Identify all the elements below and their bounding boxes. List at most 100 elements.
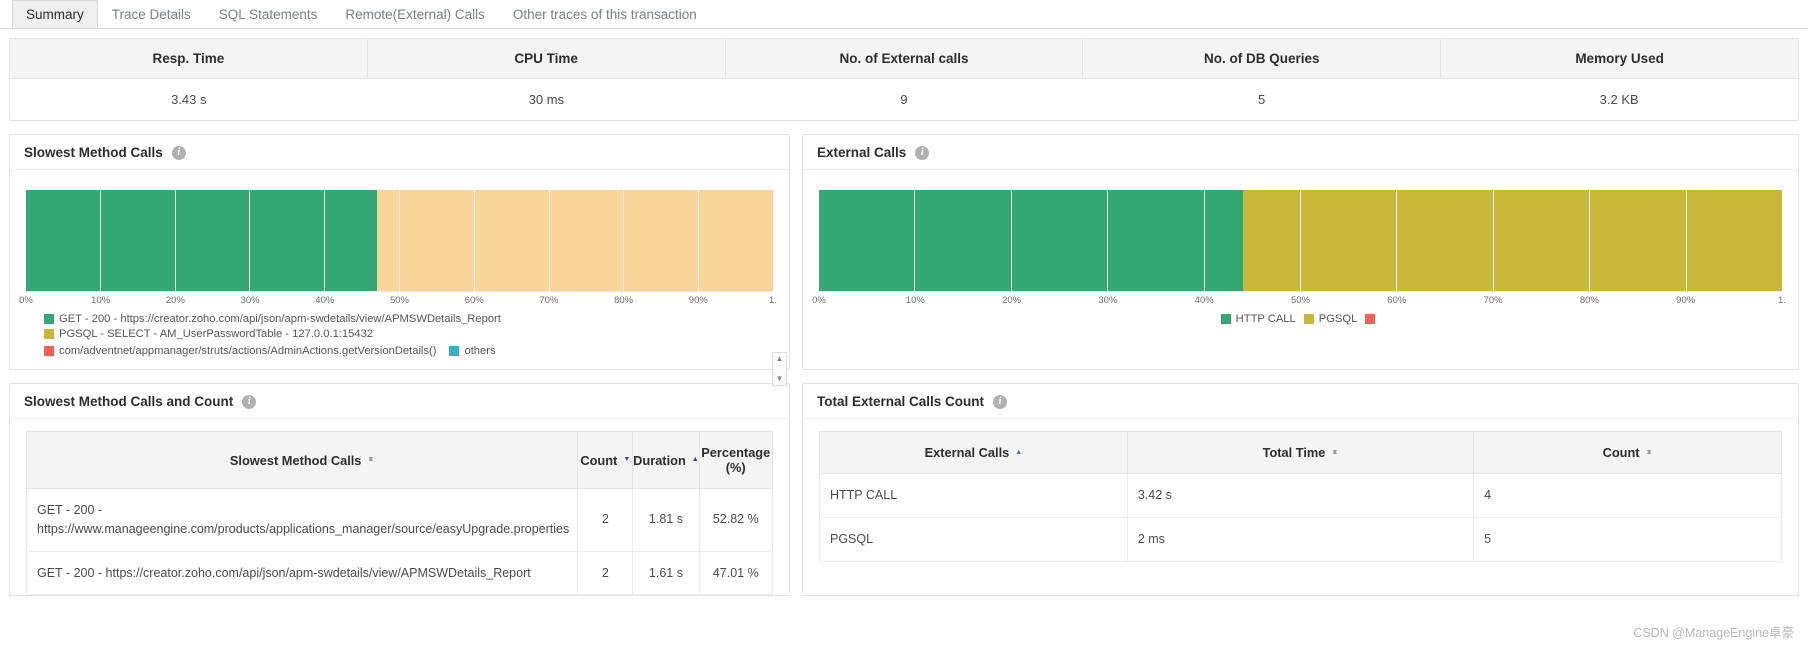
axis-tick-8: 80% [614,295,633,306]
table-row[interactable]: PGSQL 2 ms 5 [820,517,1782,561]
panel-title: Total External Calls Count [817,394,984,409]
cell-count: 4 [1474,474,1782,518]
cell-count: 5 [1474,517,1782,561]
cell-total-time: 2 ms [1127,517,1473,561]
chart-segment-pgsql-select[interactable] [377,190,773,291]
scroll-up-icon[interactable]: ▲ [776,353,784,365]
legend-swatch-icon [44,346,54,356]
axis-tick-8: 80% [1580,295,1599,306]
column-header-slowest-method-calls[interactable]: Slowest Method Calls [27,432,578,489]
cell-count: 2 [578,489,633,552]
axis-tick-9: 90% [689,295,708,306]
table-row[interactable]: GET - 200 - https://www.manageengine.com… [27,489,773,552]
chart-segment-http-call[interactable] [819,190,1243,291]
chart-segment-pgsql[interactable] [1243,190,1782,291]
cell-method: GET - 200 - https://creator.zoho.com/api… [27,551,578,595]
tab-other-traces[interactable]: Other traces of this transaction [499,0,711,28]
panel-total-external-calls-count: Total External Calls Count i External Ca… [802,383,1799,596]
column-label: External Calls [925,445,1010,460]
panel-slowest-method-calls-and-count: Slowest Method Calls and Count i Slowest… [9,383,790,596]
legend-item-third[interactable] [1365,314,1380,324]
legend-item-get-200-creator-zoho[interactable]: GET - 200 - https://creator.zoho.com/api… [44,313,501,325]
panel-header: Total External Calls Count i [803,384,1798,419]
axis-tick-7: 70% [1484,295,1503,306]
legend-scrollbar[interactable]: ▲ ▼ [772,352,787,386]
table-row[interactable]: GET - 200 - https://creator.zoho.com/api… [27,551,773,595]
metric-value-cpu-time: 30 ms [368,79,726,120]
panel-external-calls: External Calls i 0% 10% 20% 30% [802,134,1799,370]
chart-external-calls: 0% 10% 20% 30% 40% 50% 60% 70% 80% 90% 1… [803,170,1798,337]
column-label: Slowest Method Calls [230,453,362,468]
column-header-count[interactable]: Count [578,432,633,489]
charts-row: Slowest Method Calls i 0% 10% 20% 30% [9,134,1799,370]
info-icon[interactable]: i [993,395,1007,409]
tab-label: SQL Statements [219,7,318,22]
legend-item-pgsql-select[interactable]: PGSQL - SELECT - AM_UserPasswordTable - … [44,328,373,340]
legend-item-admin-actions[interactable]: com/adventnet/appmanager/struts/actions/… [44,345,773,357]
tab-sql-statements[interactable]: SQL Statements [205,0,332,28]
metric-value-db-queries: 5 [1083,79,1441,120]
axis-tick-3: 30% [241,295,260,306]
tab-label: Trace Details [112,7,191,22]
legend-label: PGSQL [1319,313,1358,325]
cell-duration: 1.61 s [633,551,699,595]
legend-swatch-icon [44,329,54,339]
panel-title: External Calls [817,145,906,160]
column-label: Percentage (%) [701,445,770,475]
chart-plot-area [26,190,773,292]
column-header-percentage[interactable]: Percentage (%) [699,432,773,489]
axis-tick-6: 60% [1387,295,1406,306]
metrics-value-row: 3.43 s 30 ms 9 5 3.2 KB [10,79,1798,120]
axis-tick-1: 10% [906,295,925,306]
metric-header-resp-time: Resp. Time [10,39,368,78]
table-row[interactable]: HTTP CALL 3.42 s 4 [820,474,1782,518]
legend-item-http-call[interactable]: HTTP CALL [1221,313,1296,325]
metric-header-cpu-time: CPU Time [368,39,726,78]
chart-segment-get-200-creator-zoho[interactable] [26,190,377,291]
cell-count: 2 [578,551,633,595]
axis-tick-7: 70% [539,295,558,306]
axis-tick-10: 1. [1778,295,1786,306]
column-label: Duration [633,453,686,468]
table-header-row: External Calls Total Time [820,432,1782,474]
panel-slowest-method-calls: Slowest Method Calls i 0% 10% 20% 30% [9,134,790,370]
legend-swatch-icon [1365,314,1375,324]
axis-tick-6: 60% [465,295,484,306]
cell-duration: 1.81 s [633,489,699,552]
column-header-count[interactable]: Count [1474,432,1782,474]
info-icon[interactable]: i [242,395,256,409]
chart-x-axis: 0% 10% 20% 30% 40% 50% 60% 70% 80% 90% 1… [819,295,1782,311]
chart-slowest-method-calls: 0% 10% 20% 30% 40% 50% 60% 70% 80% 90% 1… [10,170,789,369]
axis-tick-10: 1. [769,295,777,306]
cell-total-time: 3.42 s [1127,474,1473,518]
chart-plot-area [819,190,1782,292]
tab-trace-details[interactable]: Trace Details [98,0,205,28]
tab-bar: Summary Trace Details SQL Statements Rem… [0,0,1808,29]
column-header-total-time[interactable]: Total Time [1127,432,1473,474]
cell-method: GET - 200 - https://www.manageengine.com… [27,489,578,552]
legend-item-pgsql[interactable]: PGSQL [1304,313,1358,325]
panel-title: Slowest Method Calls [24,145,163,160]
scroll-down-icon[interactable]: ▼ [776,373,784,385]
panel-header: Slowest Method Calls and Count i [10,384,789,419]
axis-tick-2: 20% [1002,295,1021,306]
metrics-header-row: Resp. Time CPU Time No. of External call… [10,39,1798,79]
metric-value-external-calls: 9 [725,79,1083,120]
panel-header: Slowest Method Calls i [10,135,789,170]
column-header-duration[interactable]: Duration [633,432,699,489]
watermark: CSDN @ManageEngine卓豪 [1633,622,1794,641]
tab-remote-external-calls[interactable]: Remote(External) Calls [331,0,499,28]
column-label: Total Time [1263,445,1326,460]
cell-external-call-name: HTTP CALL [820,474,1128,518]
tab-summary[interactable]: Summary [12,0,98,28]
legend-label: GET - 200 - https://creator.zoho.com/api… [59,313,501,325]
table-container: External Calls Total Time [803,419,1798,562]
column-label: Count [1603,445,1640,460]
legend-label: com/adventnet/appmanager/struts/actions/… [59,345,436,357]
axis-tick-4: 40% [1195,295,1214,306]
info-icon[interactable]: i [172,146,186,160]
metric-value-memory-used: 3.2 KB [1440,79,1798,120]
info-icon[interactable]: i [915,146,929,160]
axis-tick-0: 0% [19,295,33,306]
column-header-external-calls[interactable]: External Calls [820,432,1128,474]
